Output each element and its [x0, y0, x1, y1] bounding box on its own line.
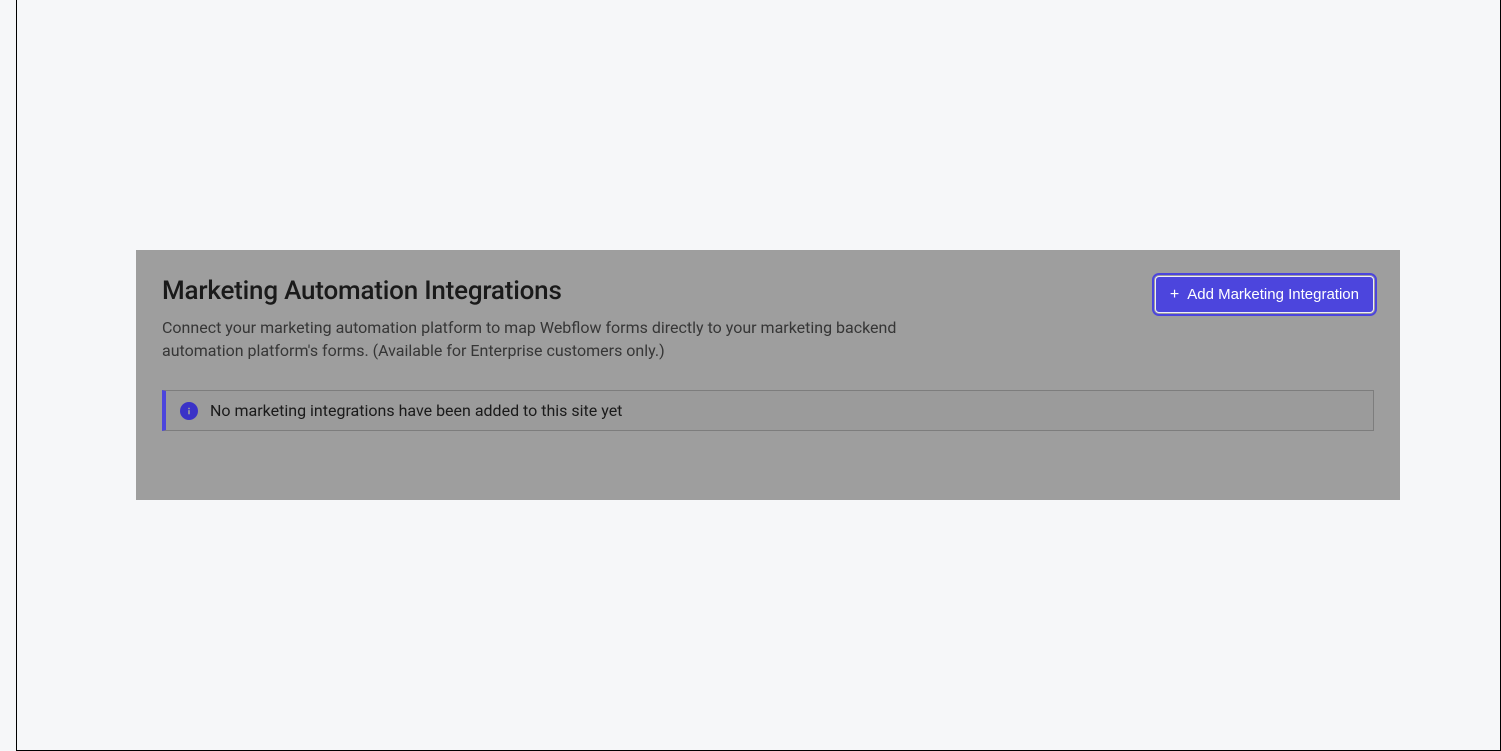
page-frame: Marketing Automation Integrations Connec… [16, 0, 1501, 751]
info-icon [180, 402, 198, 420]
panel-description: Connect your marketing automation platfo… [162, 316, 942, 362]
panel-header-text: Marketing Automation Integrations Connec… [162, 276, 942, 362]
marketing-integrations-panel: Marketing Automation Integrations Connec… [136, 250, 1400, 500]
plus-icon: + [1170, 287, 1179, 303]
info-message: No marketing integrations have been adde… [210, 401, 622, 420]
add-button-label: Add Marketing Integration [1187, 286, 1359, 303]
panel-header: Marketing Automation Integrations Connec… [162, 276, 1374, 362]
info-banner: No marketing integrations have been adde… [162, 390, 1374, 431]
add-marketing-integration-button[interactable]: + Add Marketing Integration [1155, 276, 1374, 313]
panel-title: Marketing Automation Integrations [162, 276, 942, 306]
